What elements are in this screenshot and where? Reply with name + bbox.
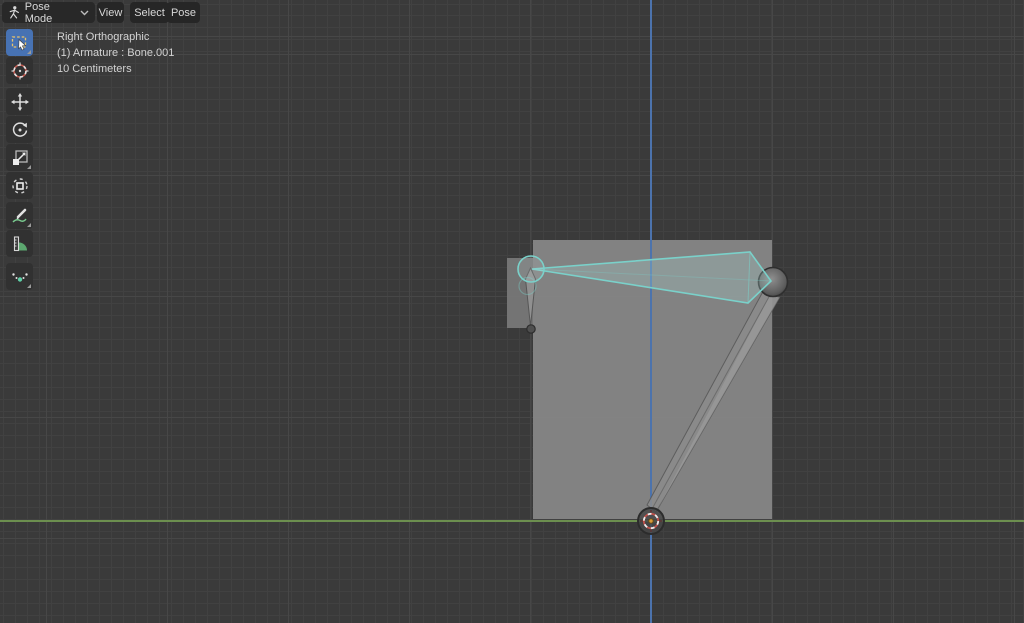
- tool-select-box[interactable]: [6, 29, 33, 56]
- 3d-cursor[interactable]: [637, 507, 665, 535]
- active-object-label: (1) Armature : Bone.001: [57, 47, 175, 59]
- transform-icon: [11, 177, 28, 194]
- rotate-icon: [12, 121, 27, 137]
- measure-icon: [13, 235, 27, 251]
- grid-scale-label: 10 Centimeters: [57, 63, 132, 75]
- menu-select[interactable]: Select: [130, 2, 169, 23]
- tool-breakdowner[interactable]: [6, 263, 33, 290]
- tool-annotate[interactable]: [6, 202, 33, 229]
- armature-layer: [517, 251, 789, 535]
- mode-selector-dropdown[interactable]: Pose Mode: [2, 0, 95, 25]
- tool-move[interactable]: [6, 88, 33, 115]
- mode-selector-label: Pose Mode: [24, 0, 53, 25]
- selected-bone[interactable]: [517, 251, 773, 304]
- lower-bone[interactable]: [646, 290, 781, 513]
- tool-cursor[interactable]: [6, 57, 33, 84]
- tool-scale[interactable]: [6, 144, 33, 171]
- chevron-down-icon: [80, 10, 89, 16]
- cursor-tool-icon: [11, 62, 28, 79]
- tool-transform[interactable]: [6, 172, 33, 199]
- pose-figure-icon: [9, 6, 19, 19]
- menu-view[interactable]: View: [97, 2, 124, 23]
- tool-measure[interactable]: [6, 230, 33, 257]
- 3d-viewport[interactable]: Pose Mode View Select Pose Right Orthogr…: [0, 0, 1024, 623]
- cursor-center-dot: [648, 518, 654, 524]
- small-bone-tail-sphere[interactable]: [526, 324, 536, 334]
- menu-pose[interactable]: Pose: [167, 2, 200, 23]
- viewport-overlay-text: Right Orthographic (1) Armature : Bone.0…: [57, 29, 174, 77]
- view-name-label: Right Orthographic: [57, 31, 150, 43]
- move-icon: [10, 92, 29, 111]
- tool-rotate[interactable]: [6, 116, 33, 143]
